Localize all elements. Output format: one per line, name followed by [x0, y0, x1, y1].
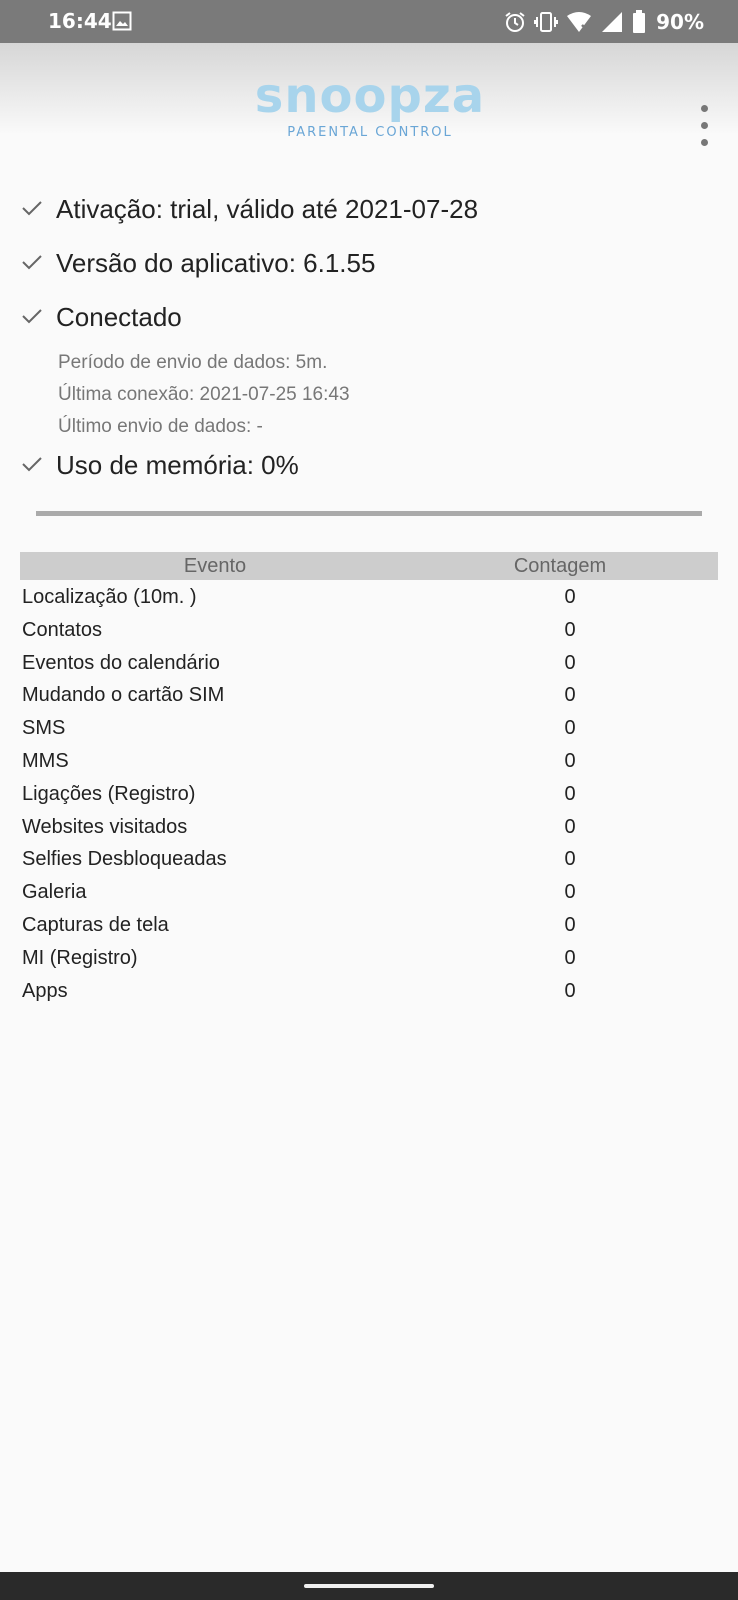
event-count: 0 — [564, 881, 576, 904]
memory-status: Uso de memória: 0% — [20, 446, 720, 500]
navigation-bar — [0, 1572, 738, 1600]
check-icon — [22, 255, 42, 270]
table-row: Mudando o cartão SIM 0 — [20, 678, 718, 711]
last-connection: Última conexão: 2021-07-25 16:43 — [58, 384, 350, 405]
event-name: Eventos do calendário — [22, 651, 220, 674]
event-name: Localização (10m. ) — [22, 586, 197, 608]
event-count: 0 — [564, 815, 576, 838]
app-logo: snoopza PARENTAL CONTROL — [230, 71, 510, 153]
event-name: Ligações (Registro) — [22, 782, 196, 805]
menu-dot-icon — [700, 105, 708, 112]
check-icon — [22, 201, 42, 216]
connection-status: Conectado — [20, 298, 720, 352]
table-row: Eventos do calendário 0 — [20, 646, 718, 679]
table-row: Capturas de tela 0 — [20, 908, 718, 941]
logo-text: snoopza — [254, 68, 486, 124]
divider — [36, 511, 702, 516]
table-row: MI (Registro) 0 — [20, 941, 718, 974]
event-name: Selfies Desbloqueadas — [22, 848, 227, 871]
event-name: SMS — [22, 717, 66, 740]
send-period: Período de envio de dados: 5m. — [58, 352, 328, 373]
event-name: MMS — [22, 749, 69, 772]
column-header-count: Contagem — [513, 555, 607, 577]
event-name: Capturas de tela — [22, 913, 169, 936]
activation-status: Ativação: trial, válido até 2021-07-28 — [20, 190, 720, 244]
status-time: 16:44 — [48, 9, 112, 33]
connection-label: Conectado — [56, 302, 182, 332]
events-table: Evento Contagem Localização (10m. ) 0 Con… — [20, 552, 718, 1006]
home-gesture-handle[interactable] — [304, 1584, 434, 1588]
table-row: Ligações (Registro) 0 — [20, 777, 718, 810]
event-name: Mudando o cartão SIM — [22, 684, 225, 707]
event-count: 0 — [564, 717, 576, 740]
event-count: 0 — [564, 586, 576, 608]
table-row: SMS 0 — [20, 711, 718, 744]
status-list: Ativação: trial, válido até 2021-07-28 V… — [20, 190, 720, 500]
image-icon — [112, 11, 132, 31]
battery-icon — [633, 10, 646, 33]
table-row: Selfies Desbloqueadas 0 — [20, 842, 718, 875]
column-header-event: Evento — [183, 555, 247, 577]
event-name: Apps — [22, 979, 68, 1002]
event-count: 0 — [564, 618, 576, 641]
version-label: Versão do aplicativo: 6.1.55 — [56, 248, 376, 278]
table-row: Websites visitados 0 — [20, 810, 718, 843]
table-row: Apps 0 — [20, 974, 718, 1007]
event-count: 0 — [564, 651, 576, 674]
menu-dot-icon — [700, 139, 708, 146]
table-row: MMS 0 — [20, 744, 718, 777]
status-bar: 16:44 90% — [0, 0, 738, 43]
memory-label: Uso de memória: 0% — [56, 450, 299, 480]
menu-dot-icon — [700, 122, 708, 129]
connection-details: Período de envio de dados: 5m. Última co… — [20, 348, 720, 446]
check-icon — [22, 457, 42, 472]
table-row: Localização (10m. ) 0 — [20, 580, 718, 613]
activation-label: Ativação: trial, válido até 2021-07-28 — [56, 194, 479, 224]
app-header: snoopza PARENTAL CONTROL — [0, 43, 738, 146]
event-count: 0 — [564, 946, 576, 969]
signal-icon — [602, 12, 623, 32]
event-count: 0 — [564, 749, 576, 772]
event-count: 0 — [564, 848, 576, 871]
event-name: Contatos — [22, 618, 103, 641]
table-row: Contatos 0 — [20, 613, 718, 646]
version-status: Versão do aplicativo: 6.1.55 — [20, 244, 720, 298]
event-count: 0 — [564, 684, 576, 707]
wifi-icon — [567, 12, 592, 32]
battery-percentage: 90% — [656, 10, 704, 34]
event-name: MI (Registro) — [22, 946, 138, 969]
logo-subtitle: PARENTAL CONTROL — [287, 125, 453, 140]
last-send: Último envio de dados: - — [58, 416, 263, 437]
vibrate-icon — [534, 12, 559, 32]
event-count: 0 — [564, 979, 576, 1002]
event-count: 0 — [564, 782, 576, 805]
event-count: 0 — [564, 913, 576, 936]
check-icon — [22, 309, 42, 324]
status-icons: 90% — [504, 9, 704, 35]
table-row: Galeria 0 — [20, 875, 718, 908]
events-table-header: Evento Contagem — [20, 552, 718, 580]
event-name: Galeria — [22, 881, 87, 904]
alarm-icon — [505, 12, 525, 32]
event-name: Websites visitados — [22, 815, 188, 838]
more-options-button[interactable] — [692, 105, 716, 151]
